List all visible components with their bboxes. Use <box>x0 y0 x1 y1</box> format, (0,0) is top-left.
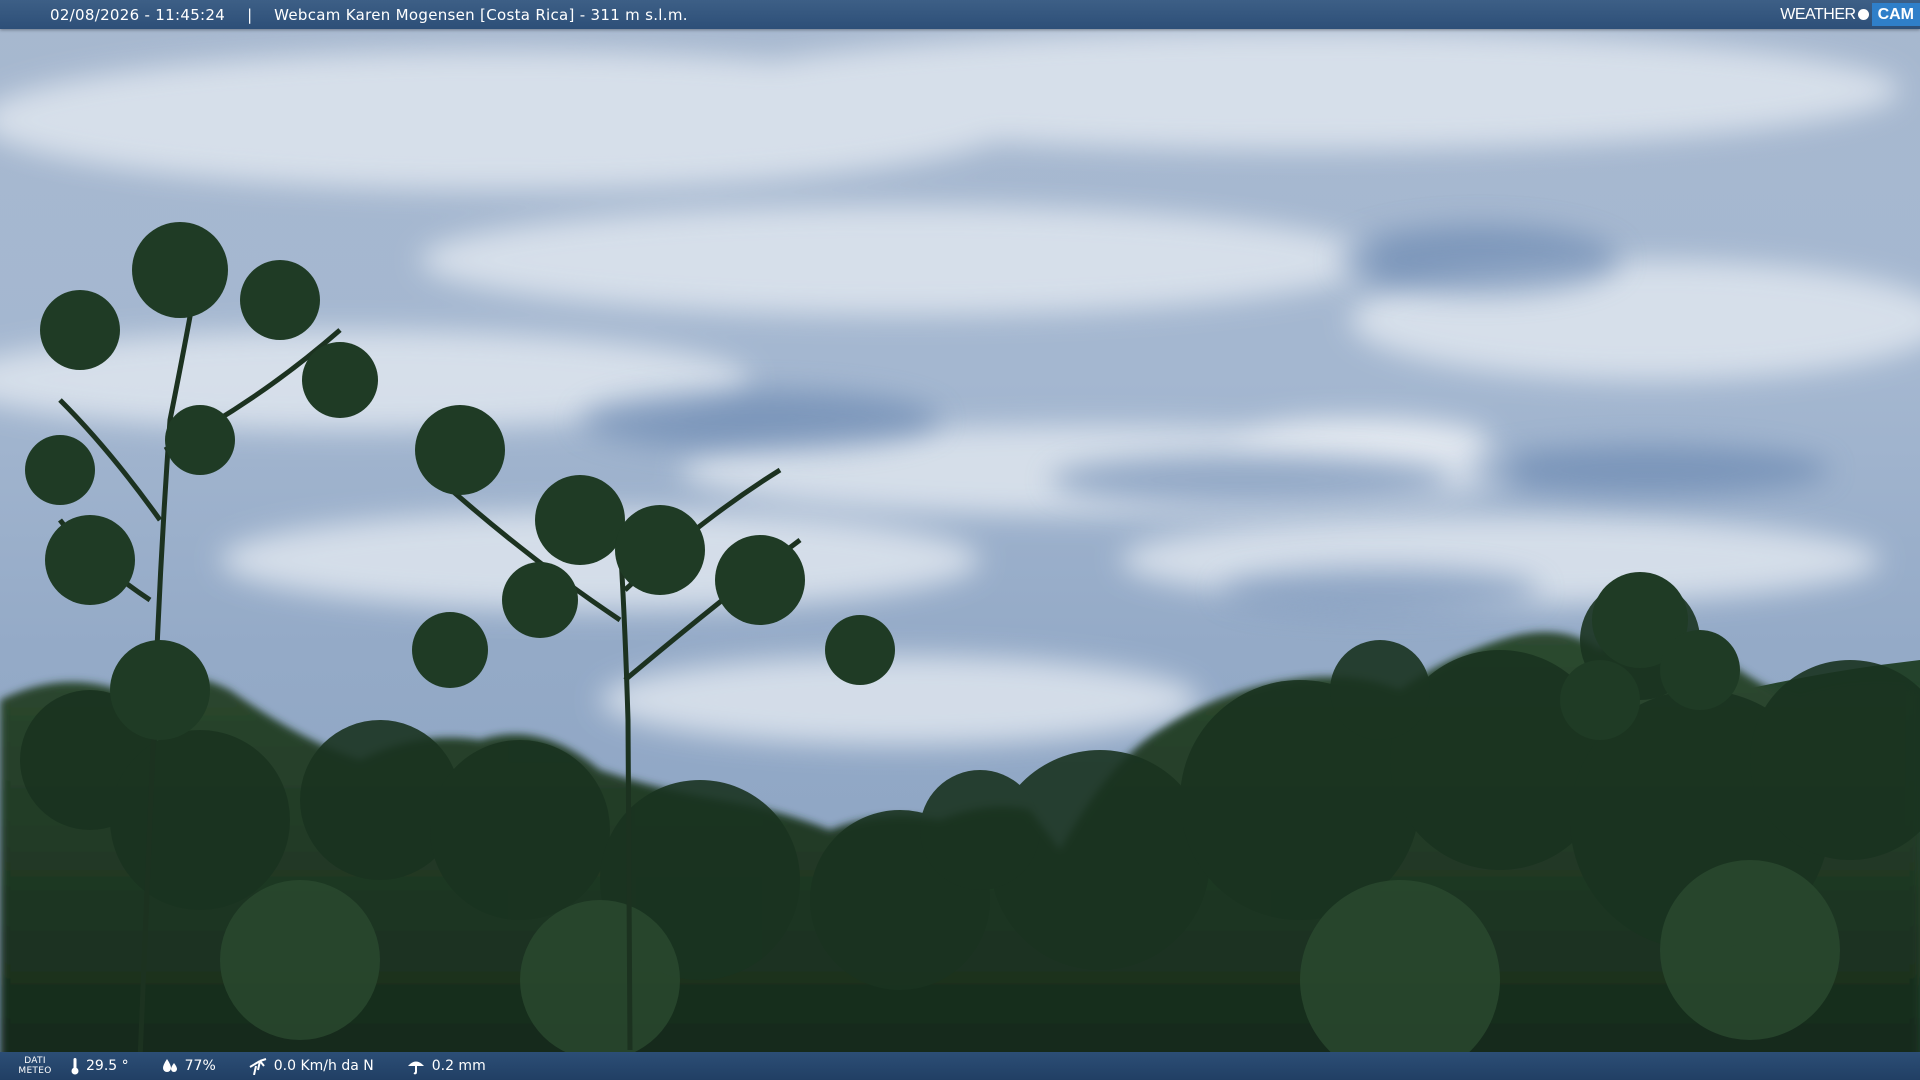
rain-stat: 0.2 mm <box>406 1057 486 1075</box>
humidity-value: 77% <box>184 1058 216 1074</box>
rain-icon <box>407 1061 424 1075</box>
meteo-label: DATI METEO <box>18 1056 52 1076</box>
weather-data-bar: DATI METEO 29.5 ° 77% 0.0 Km/h da N 0.2 … <box>0 1052 1920 1080</box>
logo-weather-text: WEATHER <box>1780 5 1856 23</box>
rain-value: 0.2 mm <box>431 1058 486 1074</box>
logo-dot-icon <box>1857 9 1869 20</box>
wind-icon <box>249 1058 267 1075</box>
temperature-value: 29.5 ° <box>86 1058 129 1074</box>
header-bar: 02/08/2026 - 11:45:24 | Webcam Karen Mog… <box>0 0 1920 29</box>
humidity-stat: 77% <box>161 1057 216 1075</box>
webcam-title: Webcam Karen Mogensen [Costa Rica] - 311… <box>274 5 688 24</box>
webcam-image <box>0 0 1920 1080</box>
timestamp: 02/08/2026 - 11:45:24 <box>50 5 226 24</box>
logo-cam-text: CAM <box>1871 3 1920 26</box>
wind-value: 0.0 Km/h da N <box>273 1058 374 1074</box>
weathercam-logo[interactable]: WEATHER CAM <box>1774 0 1920 29</box>
thermometer-icon <box>71 1058 79 1075</box>
header-separator: | <box>247 5 253 24</box>
humidity-icon <box>162 1059 177 1072</box>
wind-stat: 0.0 Km/h da N <box>248 1057 374 1075</box>
temperature-stat: 29.5 ° <box>70 1057 129 1075</box>
